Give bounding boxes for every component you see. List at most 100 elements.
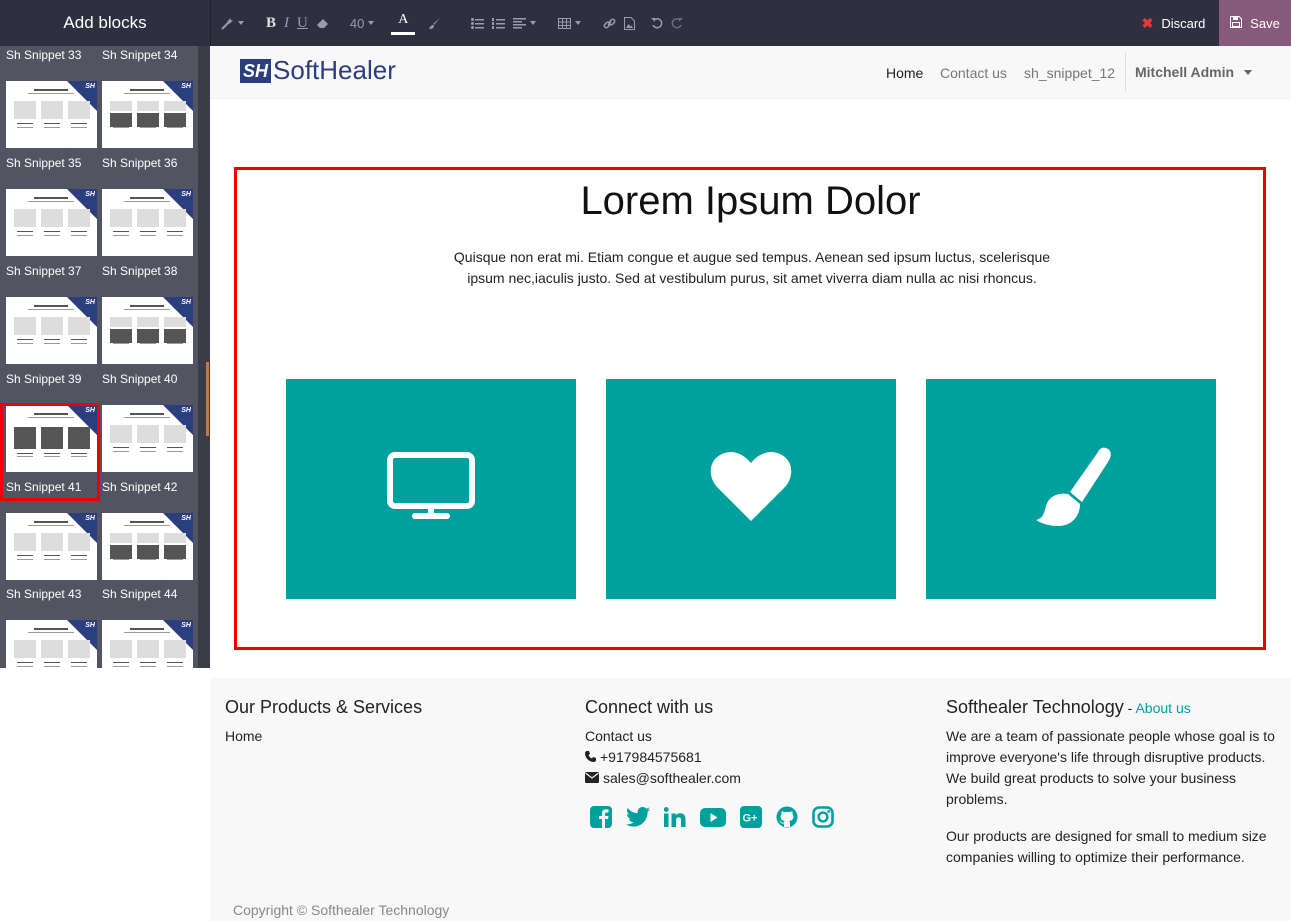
- snippet-thumbnail[interactable]: SH: [102, 513, 193, 580]
- thumb-line: [130, 413, 164, 415]
- thumb-line: [130, 628, 164, 630]
- youtube-icon[interactable]: [700, 807, 726, 832]
- thumb-box: [68, 640, 90, 658]
- undo-button[interactable]: [647, 0, 667, 46]
- user-menu[interactable]: Mitchell Admin: [1125, 52, 1253, 92]
- media-button[interactable]: [620, 0, 639, 46]
- snippet-label[interactable]: Sh Snippet 38: [102, 264, 177, 278]
- footer-about-paragraph-2: Our products are designed for small to m…: [946, 828, 1267, 865]
- feature-card-heart[interactable]: [606, 379, 896, 599]
- bold-button[interactable]: B: [262, 0, 280, 46]
- thumb-line: [113, 123, 129, 124]
- facebook-icon[interactable]: [590, 806, 612, 833]
- thumb-line: [113, 235, 129, 236]
- google-plus-icon[interactable]: G+: [740, 806, 762, 833]
- thumb-box: [137, 329, 159, 343]
- redo-button[interactable]: [667, 0, 687, 46]
- social-links: G+: [590, 806, 834, 833]
- snippet-label[interactable]: Sh Snippet 42: [102, 480, 177, 494]
- thumb-line: [113, 451, 129, 452]
- copyright: Copyright © Softhealer Technology: [233, 902, 450, 918]
- thumb-line: [34, 89, 68, 91]
- snippet-label[interactable]: Sh Snippet 33: [6, 48, 81, 62]
- sidebar-scrollbar[interactable]: [198, 46, 210, 668]
- snippet-thumbnail[interactable]: SH: [6, 189, 97, 256]
- site-footer: Our Products & Services Home Connect wit…: [210, 678, 1291, 921]
- snippet-thumbnail[interactable]: SH: [6, 620, 97, 668]
- instagram-icon[interactable]: [812, 806, 834, 833]
- font-size-dropdown[interactable]: 40: [346, 0, 378, 46]
- snippet-thumbnail[interactable]: SH: [102, 405, 193, 472]
- snippet-label[interactable]: Sh Snippet 35: [6, 156, 81, 170]
- menu-contact-us[interactable]: Contact us: [940, 46, 1007, 99]
- snippet-thumbnail[interactable]: SH: [6, 513, 97, 580]
- site-logo[interactable]: SH SoftHealer: [240, 55, 396, 86]
- snippet-label[interactable]: Sh Snippet 44: [102, 587, 177, 601]
- linkedin-icon[interactable]: [663, 807, 686, 832]
- align-dropdown[interactable]: [509, 0, 540, 46]
- background-color-button[interactable]: [424, 0, 445, 46]
- snippet-thumbnail[interactable]: SH: [6, 81, 97, 148]
- website-preview: SH SoftHealer Home Contact us sh_snippet_…: [210, 46, 1291, 668]
- ordered-list-button[interactable]: [488, 0, 509, 46]
- snippet-label[interactable]: Sh Snippet 34: [102, 48, 177, 62]
- thumb-line: [113, 559, 129, 560]
- snippet-thumbnail[interactable]: SH: [102, 620, 193, 668]
- footer-company-title: Softhealer Technology - About us: [946, 697, 1191, 718]
- thumb-line: [71, 127, 87, 128]
- snippets-sidebar[interactable]: Sh Snippet 33 Sh Snippet 34 Sh Snippet 35 S…: [0, 46, 210, 668]
- hero-text[interactable]: Quisque non erat mi. Etiam congue et aug…: [442, 247, 1062, 289]
- save-button[interactable]: Save: [1219, 0, 1291, 46]
- twitter-icon[interactable]: [626, 807, 650, 832]
- eraser-button[interactable]: [312, 0, 334, 46]
- snippet-label[interactable]: Sh Snippet 37: [6, 264, 81, 278]
- footer-contact-link[interactable]: Contact us: [585, 726, 652, 747]
- chevron-down-icon: [368, 21, 375, 25]
- thumb-box: [110, 113, 132, 127]
- link-button[interactable]: [599, 0, 620, 46]
- snippet-thumbnail[interactable]: SH: [102, 297, 193, 364]
- italic-button[interactable]: I: [280, 0, 293, 46]
- snippet-label[interactable]: Sh Snippet 36: [102, 156, 177, 170]
- snippet-thumbnail[interactable]: SH: [102, 81, 193, 148]
- menu-home[interactable]: Home: [886, 46, 923, 99]
- snippet-label[interactable]: Sh Snippet 43: [6, 587, 81, 601]
- add-blocks-title: Add blocks: [63, 13, 147, 32]
- thumb-line: [167, 666, 183, 667]
- brand-mark: SH: [85, 191, 95, 198]
- snippet-thumbnail[interactable]: SH: [102, 189, 193, 256]
- thumb-line: [44, 666, 60, 667]
- underline-button[interactable]: U: [293, 0, 312, 46]
- thumb-box: [110, 329, 132, 343]
- snippet-label[interactable]: Sh Snippet 40: [102, 372, 177, 386]
- footer-home-link[interactable]: Home: [225, 726, 262, 747]
- thumb-line: [167, 339, 183, 340]
- thumb-box: [164, 329, 186, 343]
- brand-mark: SH: [181, 191, 191, 198]
- feature-card-monitor[interactable]: [286, 379, 576, 599]
- sidebar-scroll-thumb[interactable]: [206, 362, 209, 436]
- discard-button[interactable]: ✖ Discard: [1128, 0, 1219, 46]
- snippet-label[interactable]: Sh Snippet 39: [6, 372, 81, 386]
- font-color-button[interactable]: A: [390, 0, 416, 46]
- unordered-list-button[interactable]: [467, 0, 488, 46]
- chevron-down-icon: [238, 21, 244, 25]
- style-dropdown[interactable]: [211, 0, 248, 46]
- thumb-box: [164, 545, 186, 559]
- snippet-thumbnail[interactable]: SH: [6, 297, 97, 364]
- selected-snippet-highlight: [0, 403, 100, 501]
- github-icon[interactable]: [776, 806, 798, 833]
- thumb-box: [14, 640, 36, 658]
- table-dropdown[interactable]: [554, 0, 585, 46]
- thumb-box: [164, 317, 186, 327]
- thumb-line: [28, 632, 74, 633]
- menu-home-label: Home: [886, 64, 924, 81]
- menu-sh-snippet-12[interactable]: sh_snippet_12: [1024, 46, 1115, 99]
- feature-card-paintbrush[interactable]: [926, 379, 1216, 599]
- hero-title[interactable]: Lorem Ipsum Dolor: [210, 179, 1291, 224]
- thumb-line: [124, 632, 170, 633]
- thumb-line: [130, 305, 164, 307]
- about-us-link[interactable]: About us: [1135, 700, 1190, 716]
- thumb-line: [44, 559, 60, 560]
- thumb-line: [167, 231, 183, 232]
